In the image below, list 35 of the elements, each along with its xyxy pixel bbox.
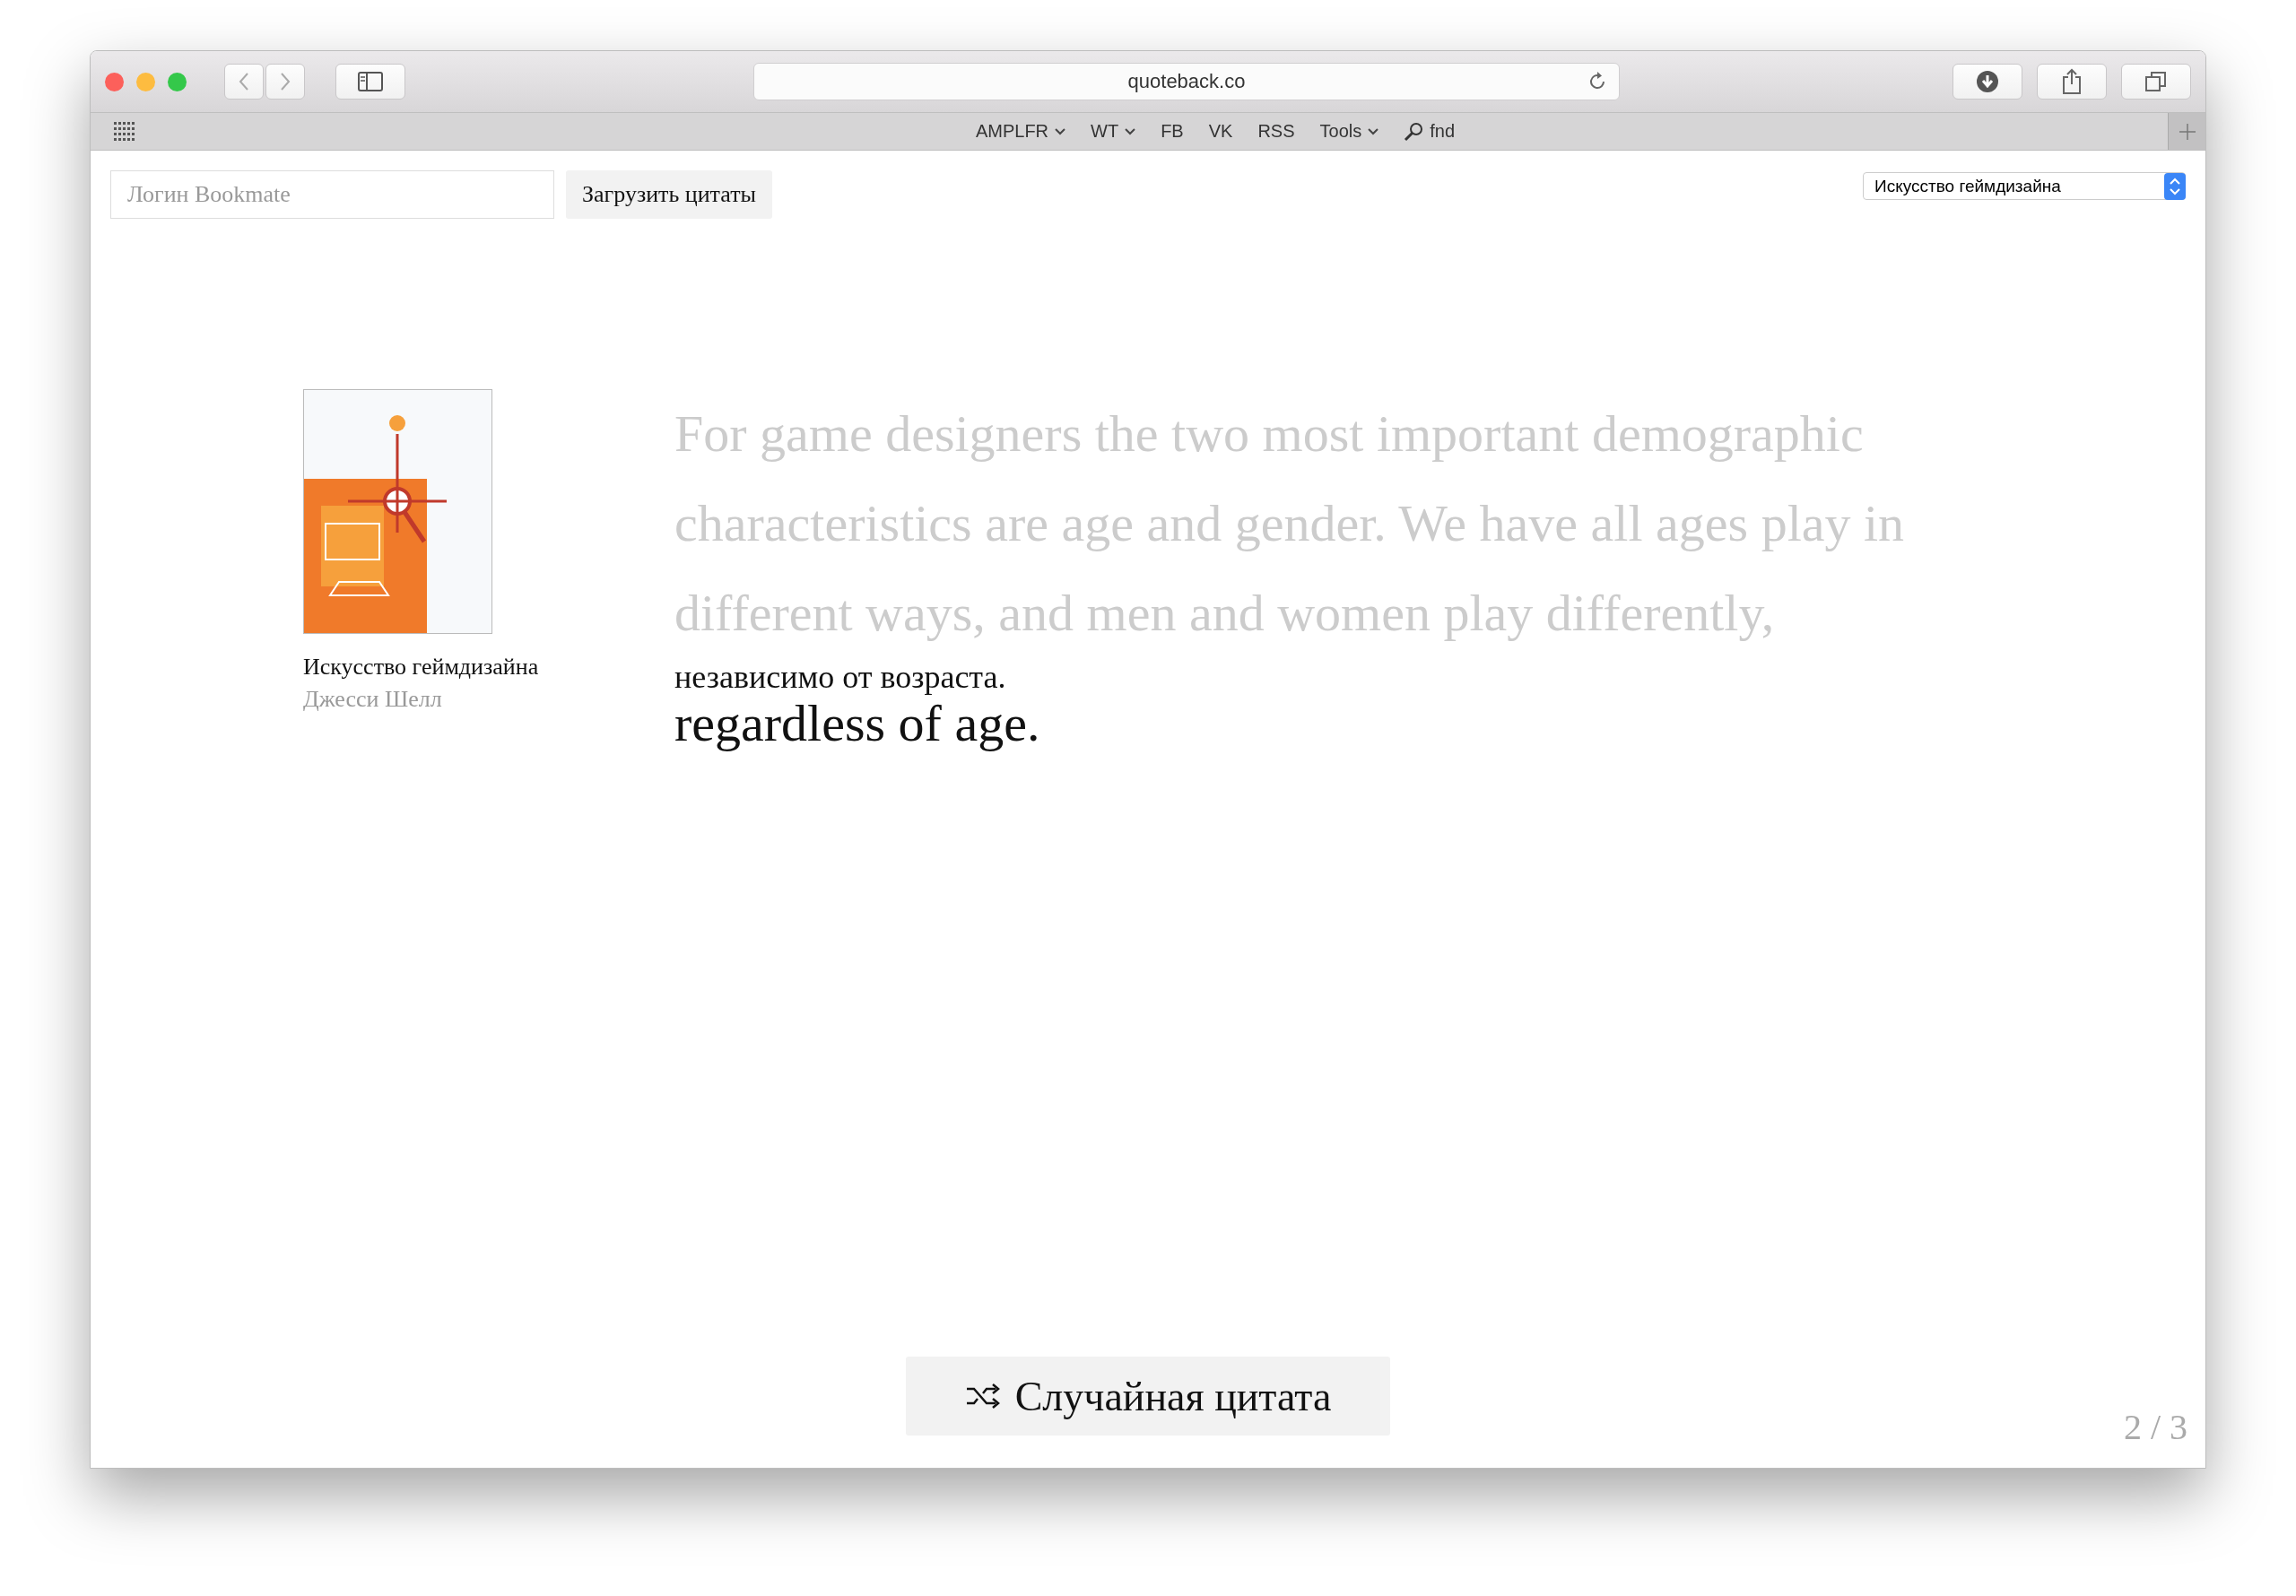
chevron-down-icon — [1368, 127, 1379, 135]
random-quote-button[interactable]: Случайная цитата — [906, 1357, 1390, 1436]
download-icon — [1976, 70, 1999, 93]
share-icon — [2061, 68, 2083, 95]
bookmark-link[interactable]: AMPLFR — [975, 121, 1066, 142]
book-author: Джесси Шелл — [303, 686, 443, 713]
bookmark-link[interactable]: Tools — [1319, 121, 1379, 142]
search-icon — [1404, 121, 1424, 142]
bookmark-link[interactable]: WT — [1091, 121, 1136, 142]
search-bookmark[interactable]: fnd — [1404, 121, 1456, 142]
quote-translation: независимо от возраста. — [674, 658, 1007, 696]
bookmark-link[interactable]: FB — [1161, 121, 1184, 142]
load-quotes-button[interactable]: Загрузить цитаты — [566, 170, 772, 219]
page-counter: 2 / 3 — [2123, 1406, 2187, 1448]
quote-highlight: regardless of age. — [674, 696, 1041, 751]
tabs-icon — [2144, 70, 2168, 93]
stepper-icon — [2164, 172, 2186, 200]
plus-icon — [2178, 122, 2196, 141]
sidebar-icon — [358, 72, 383, 91]
sidebar-button[interactable] — [335, 64, 405, 100]
chevron-left-icon — [238, 72, 250, 91]
bookmark-link[interactable]: VK — [1208, 121, 1233, 142]
tabs-button[interactable] — [2121, 64, 2191, 100]
book-select[interactable]: Искусство геймдизайна — [1863, 172, 2186, 200]
chevron-down-icon — [1055, 127, 1066, 135]
address-bar[interactable]: quoteback.co — [753, 63, 1620, 100]
shuffle-icon — [964, 1383, 1001, 1409]
grid-icon[interactable] — [114, 121, 135, 142]
login-field[interactable]: Логин Bookmate — [110, 170, 554, 219]
bookmark-link[interactable]: RSS — [1257, 121, 1295, 142]
chevron-right-icon — [279, 72, 291, 91]
download-button[interactable] — [1952, 64, 2022, 100]
chevron-down-icon — [1125, 127, 1136, 135]
book-title: Искусство геймдизайна — [303, 654, 540, 681]
share-button[interactable] — [2037, 64, 2107, 100]
